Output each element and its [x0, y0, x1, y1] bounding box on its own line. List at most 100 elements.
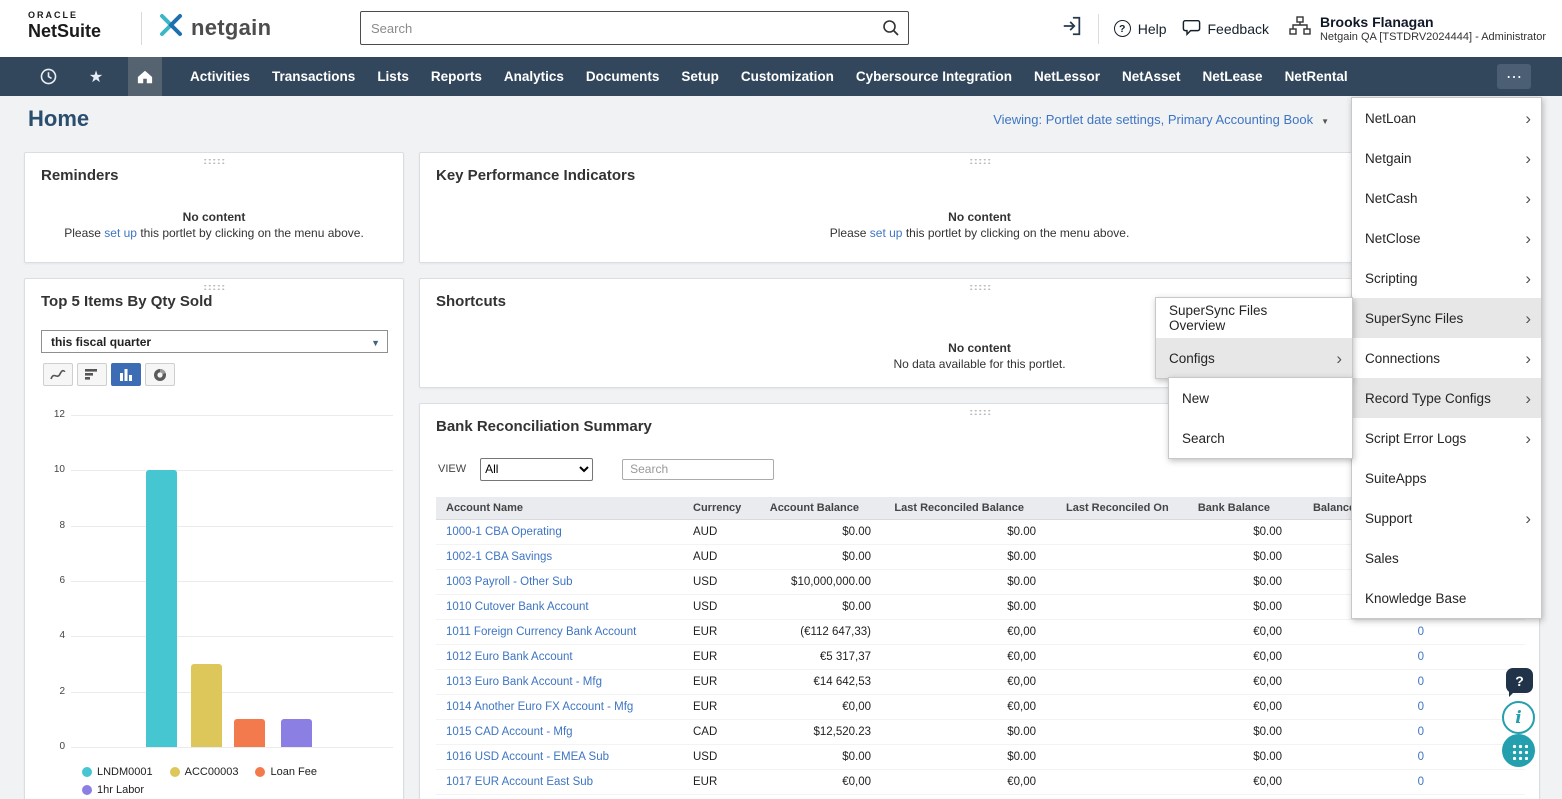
- netsuite-logo[interactable]: ORACLE NetSuite: [28, 10, 101, 42]
- legend-swatch: [170, 767, 180, 777]
- nav-item[interactable]: Documents: [575, 57, 671, 96]
- col-header-currency[interactable]: Currency: [681, 502, 759, 514]
- menu-item[interactable]: Script Error Logs: [1352, 418, 1541, 458]
- balance-difference-link[interactable]: 0: [1418, 626, 1424, 638]
- help-icon: ?: [1114, 20, 1131, 37]
- account-name-link[interactable]: 1010 Cutover Bank Account: [446, 601, 589, 613]
- col-header-last-reconciled-on[interactable]: Last Reconciled On: [1036, 502, 1186, 514]
- menu-item[interactable]: Support: [1352, 498, 1541, 538]
- col-header-account-balance[interactable]: Account Balance: [759, 502, 871, 514]
- line-chart-icon: [50, 369, 66, 381]
- account-name-link[interactable]: 1016 USD Account - EMEA Sub: [446, 751, 609, 763]
- drag-handle-icon[interactable]: [969, 409, 991, 416]
- feedback-button[interactable]: Feedback: [1182, 18, 1269, 39]
- menu-item[interactable]: NetCash: [1352, 178, 1541, 218]
- set-up-link[interactable]: set up: [104, 226, 137, 240]
- nav-item[interactable]: Cybersource Integration: [845, 57, 1023, 96]
- set-up-link[interactable]: set up: [870, 226, 903, 240]
- vertical-bar-chart-button[interactable]: [111, 363, 141, 386]
- feedback-label: Feedback: [1208, 21, 1269, 37]
- account-name-link[interactable]: 1011 Foreign Currency Bank Account: [446, 626, 636, 638]
- balance-difference-link[interactable]: 0: [1418, 776, 1424, 788]
- pie-chart-button[interactable]: [145, 363, 175, 386]
- chevron-right-icon: [1525, 190, 1531, 207]
- cell-account-balance: $10,000,000.00: [759, 576, 871, 588]
- drag-handle-icon[interactable]: [969, 284, 991, 291]
- nav-item[interactable]: NetLessor: [1023, 57, 1111, 96]
- portlet-title[interactable]: Top 5 Items By Qty Sold: [41, 293, 212, 310]
- nav-item[interactable]: NetAsset: [1111, 57, 1192, 96]
- balance-difference-link[interactable]: 0: [1418, 651, 1424, 663]
- menu-item[interactable]: NetClose: [1352, 218, 1541, 258]
- sign-in-icon[interactable]: [1061, 15, 1083, 42]
- nav-item[interactable]: NetLease: [1192, 57, 1274, 96]
- col-header-last-reconciled-balance[interactable]: Last Reconciled Balance: [871, 502, 1036, 514]
- horizontal-bar-chart-button[interactable]: [77, 363, 107, 386]
- global-search-input[interactable]: [360, 11, 909, 45]
- help-button[interactable]: ? Help: [1114, 20, 1167, 37]
- menu-item-label: SuiteApps: [1365, 471, 1427, 486]
- search-icon[interactable]: [882, 19, 900, 37]
- menu-item[interactable]: SuperSync Files: [1352, 298, 1541, 338]
- col-header-bank-balance[interactable]: Bank Balance: [1186, 502, 1282, 514]
- account-name-link[interactable]: 1012 Euro Bank Account: [446, 651, 573, 663]
- menu-item[interactable]: Sales: [1352, 538, 1541, 578]
- help-bubble-button[interactable]: ?: [1506, 668, 1533, 693]
- account-name-link[interactable]: 1014 Another Euro FX Account - Mfg: [446, 701, 633, 713]
- menu-item[interactable]: NetLoan: [1352, 98, 1541, 138]
- nav-item[interactable]: Reports: [420, 57, 493, 96]
- netgain-logo[interactable]: netgain: [158, 13, 271, 42]
- user-menu[interactable]: Brooks Flanagan Netgain QA [TSTDRV202444…: [1288, 14, 1546, 43]
- apps-grid-button[interactable]: [1502, 734, 1535, 767]
- nav-item[interactable]: Activities: [179, 57, 261, 96]
- home-tab[interactable]: [128, 57, 162, 96]
- account-name-link[interactable]: 1013 Euro Bank Account - Mfg: [446, 676, 602, 688]
- account-name-link[interactable]: 1000-1 CBA Operating: [446, 526, 562, 538]
- view-select[interactable]: All: [480, 458, 593, 481]
- account-name-link[interactable]: 1015 CAD Account - Mfg: [446, 726, 573, 738]
- bankrec-search-input[interactable]: [622, 459, 774, 480]
- nav-item[interactable]: Transactions: [261, 57, 366, 96]
- menu-item[interactable]: New: [1169, 378, 1352, 418]
- menu-item[interactable]: Netgain: [1352, 138, 1541, 178]
- portlet-title[interactable]: Shortcuts: [436, 293, 506, 310]
- portlet-title[interactable]: Reminders: [41, 167, 119, 184]
- menu-item[interactable]: Record Type Configs: [1352, 378, 1541, 418]
- menu-item[interactable]: SuperSync Files Overview: [1156, 298, 1352, 338]
- balance-difference-link[interactable]: 0: [1418, 751, 1424, 763]
- cell-bank-balance: $0.00: [1186, 576, 1282, 588]
- menu-item-label: Record Type Configs: [1365, 391, 1491, 406]
- recent-records-icon[interactable]: [24, 57, 72, 96]
- account-name-link[interactable]: 1017 EUR Account East Sub: [446, 776, 593, 788]
- line-chart-button[interactable]: [43, 363, 73, 386]
- menu-item[interactable]: Configs: [1156, 338, 1352, 378]
- balance-difference-link[interactable]: 0: [1418, 676, 1424, 688]
- portlet-title[interactable]: Bank Reconciliation Summary: [436, 418, 652, 435]
- info-button[interactable]: i: [1502, 701, 1535, 734]
- balance-difference-link[interactable]: 0: [1418, 701, 1424, 713]
- nav-more-button[interactable]: ⋯: [1497, 64, 1531, 89]
- vertical-bar-icon: [119, 368, 133, 381]
- balance-difference-link[interactable]: 0: [1418, 726, 1424, 738]
- nav-item[interactable]: Analytics: [493, 57, 575, 96]
- col-header-account-name[interactable]: Account Name: [436, 502, 681, 514]
- nav-item[interactable]: Lists: [366, 57, 420, 96]
- nav-item[interactable]: Setup: [670, 57, 730, 96]
- menu-item[interactable]: Knowledge Base: [1352, 578, 1541, 618]
- menu-item-label: Search: [1182, 431, 1225, 446]
- nav-item[interactable]: Customization: [730, 57, 845, 96]
- nav-item[interactable]: NetRental: [1274, 57, 1359, 96]
- menu-item[interactable]: Search: [1169, 418, 1352, 458]
- date-range-select[interactable]: this fiscal quarter: [41, 330, 388, 353]
- drag-handle-icon[interactable]: [203, 284, 225, 291]
- account-name-link[interactable]: 1002-1 CBA Savings: [446, 551, 552, 563]
- portlet-title[interactable]: Key Performance Indicators: [436, 167, 635, 184]
- menu-item[interactable]: Scripting: [1352, 258, 1541, 298]
- viewing-settings-link[interactable]: Viewing: Portlet date settings, Primary …: [993, 112, 1329, 127]
- drag-handle-icon[interactable]: [203, 158, 225, 165]
- menu-item[interactable]: SuiteApps: [1352, 458, 1541, 498]
- menu-item[interactable]: Connections: [1352, 338, 1541, 378]
- account-name-link[interactable]: 1003 Payroll - Other Sub: [446, 576, 573, 588]
- favorites-star-icon[interactable]: [72, 57, 120, 96]
- drag-handle-icon[interactable]: [969, 158, 991, 165]
